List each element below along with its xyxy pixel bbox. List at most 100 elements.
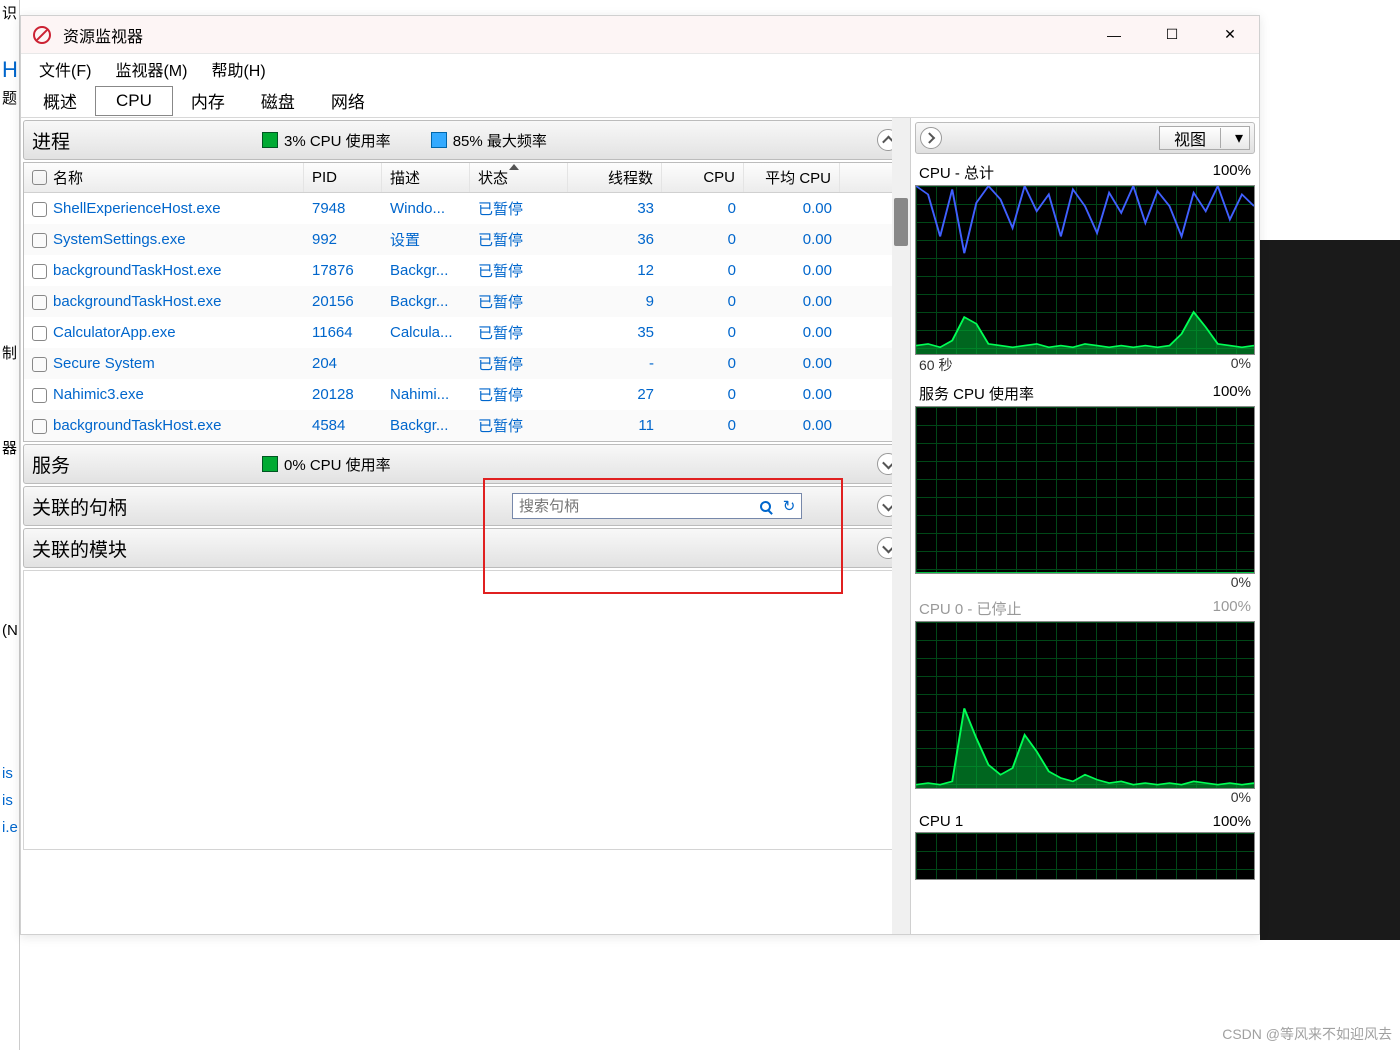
checkbox[interactable] (32, 295, 47, 310)
cell-desc: Windo... (382, 200, 470, 217)
cell-name: Nahimic3.exe (24, 386, 304, 403)
cell-avg: 0.00 (744, 324, 840, 341)
refresh-button[interactable]: ↻ (777, 494, 801, 518)
services-header[interactable]: 服务 0% CPU 使用率 (23, 444, 908, 484)
chevron-down-icon: ▾ (1220, 128, 1249, 148)
table-row[interactable]: backgroundTaskHost.exe20156Backgr...已暂停9… (24, 286, 907, 317)
titlebar: 资源监视器 — ☐ ✕ (21, 16, 1259, 54)
search-button[interactable] (753, 494, 777, 518)
close-button[interactable]: ✕ (1201, 16, 1259, 54)
handles-title: 关联的句柄 (32, 493, 512, 520)
table-row[interactable]: SystemSettings.exe992设置已暂停3600.00 (24, 224, 907, 255)
graph-max: 100% (1213, 162, 1251, 183)
view-dropdown[interactable]: 视图 ▾ (1159, 126, 1250, 150)
cell-desc: Calcula... (382, 324, 470, 341)
cell-threads: 35 (568, 324, 662, 341)
graph-2: CPU 0 - 已停止 100% 0% (915, 596, 1255, 809)
cell-avg: 0.00 (744, 293, 840, 310)
scrollbar[interactable] (892, 118, 910, 934)
graph-0: CPU - 总计100%60 秒0% (915, 160, 1255, 379)
cell-name: Secure System (24, 355, 304, 372)
checkbox[interactable] (32, 202, 47, 217)
maximize-button[interactable]: ☐ (1143, 16, 1201, 54)
col-desc[interactable]: 描述 (382, 163, 470, 192)
search-handles-box: ↻ (512, 493, 802, 519)
modules-header[interactable]: 关联的模块 (23, 528, 908, 568)
cell-pid: 20156 (304, 293, 382, 310)
col-threads[interactable]: 线程数 (568, 163, 662, 192)
graph-canvas (915, 621, 1255, 789)
cell-status: 已暂停 (470, 384, 568, 405)
table-row[interactable]: backgroundTaskHost.exe4584Backgr...已暂停11… (24, 410, 907, 441)
menu-help[interactable]: 帮助(H) (199, 53, 277, 85)
tab-disk[interactable]: 磁盘 (243, 83, 313, 118)
graph-canvas (915, 185, 1255, 355)
table-row[interactable]: Nahimic3.exe20128Nahimi...已暂停2700.00 (24, 379, 907, 410)
cell-cpu: 0 (662, 262, 744, 279)
checkbox[interactable] (32, 264, 47, 279)
cell-pid: 7948 (304, 200, 382, 217)
graph-max: 100% (1213, 598, 1251, 619)
processes-table: 名称 PID 描述 状态 线程数 CPU 平均 CPU ShellExperie… (23, 162, 908, 442)
col-pid[interactable]: PID (304, 163, 382, 192)
search-handles-input[interactable] (513, 498, 753, 515)
cell-status: 已暂停 (470, 415, 568, 436)
cell-pid: 4584 (304, 417, 382, 434)
checkbox[interactable] (32, 419, 47, 434)
col-avg-cpu[interactable]: 平均 CPU (744, 163, 840, 192)
table-row[interactable]: ShellExperienceHost.exe7948Windo...已暂停33… (24, 193, 907, 224)
tab-memory[interactable]: 内存 (173, 83, 243, 118)
cell-status: 已暂停 (470, 291, 568, 312)
graph-1: 服务 CPU 使用率100%0% (915, 381, 1255, 594)
col-status[interactable]: 状态 (470, 163, 568, 192)
checkbox[interactable] (32, 326, 47, 341)
cell-name: backgroundTaskHost.exe (24, 417, 304, 434)
table-row[interactable]: Secure System204已暂停-00.00 (24, 348, 907, 379)
cpu-swatch-icon (262, 132, 278, 148)
cell-cpu: 0 (662, 200, 744, 217)
cell-avg: 0.00 (744, 386, 840, 403)
graph-title: CPU 1 (919, 813, 963, 830)
checkbox[interactable] (32, 357, 47, 372)
cell-avg: 0.00 (744, 231, 840, 248)
cell-name: SystemSettings.exe (24, 231, 304, 248)
checkbox[interactable] (32, 233, 47, 248)
cell-desc: Backgr... (382, 417, 470, 434)
graph-title: CPU 0 - 已停止 (919, 598, 1022, 619)
cell-name: backgroundTaskHost.exe (24, 293, 304, 310)
cell-threads: 27 (568, 386, 662, 403)
checkbox[interactable] (32, 388, 47, 403)
cell-status: 已暂停 (470, 198, 568, 219)
col-cpu[interactable]: CPU (662, 163, 744, 192)
watermark: CSDN @等风来不如迎风去 (1222, 1024, 1392, 1044)
graph-footer-right: 0% (1231, 789, 1251, 805)
collapse-right-button[interactable] (920, 127, 942, 149)
graph-title: 服务 CPU 使用率 (919, 383, 1034, 404)
tab-overview[interactable]: 概述 (25, 83, 95, 118)
cell-avg: 0.00 (744, 200, 840, 217)
processes-header[interactable]: 进程 3% CPU 使用率 85% 最大频率 (23, 120, 908, 160)
handles-header[interactable]: 关联的句柄 ↻ (23, 486, 908, 526)
cell-cpu: 0 (662, 324, 744, 341)
cell-threads: 12 (568, 262, 662, 279)
graph-title: CPU - 总计 (919, 162, 994, 183)
cpu-usage-label: 3% CPU 使用率 (284, 130, 391, 151)
graph-footer-right: 0% (1231, 574, 1251, 590)
search-icon (760, 501, 771, 512)
table-row[interactable]: backgroundTaskHost.exe17876Backgr...已暂停1… (24, 255, 907, 286)
view-label: 视图 (1160, 126, 1220, 150)
menu-file[interactable]: 文件(F) (27, 53, 103, 85)
cell-desc: 设置 (382, 229, 470, 250)
tab-network[interactable]: 网络 (313, 83, 383, 118)
cell-pid: 11664 (304, 324, 382, 341)
table-row[interactable]: CalculatorApp.exe11664Calcula...已暂停3500.… (24, 317, 907, 348)
minimize-button[interactable]: — (1085, 16, 1143, 54)
menu-monitor[interactable]: 监视器(M) (103, 53, 199, 85)
menubar: 文件(F) 监视器(M) 帮助(H) (21, 54, 1259, 84)
cell-pid: 17876 (304, 262, 382, 279)
tab-cpu[interactable]: CPU (95, 86, 173, 116)
scroll-thumb[interactable] (894, 198, 908, 246)
cell-cpu: 0 (662, 417, 744, 434)
cell-name: backgroundTaskHost.exe (24, 262, 304, 279)
col-name[interactable]: 名称 (24, 163, 304, 192)
